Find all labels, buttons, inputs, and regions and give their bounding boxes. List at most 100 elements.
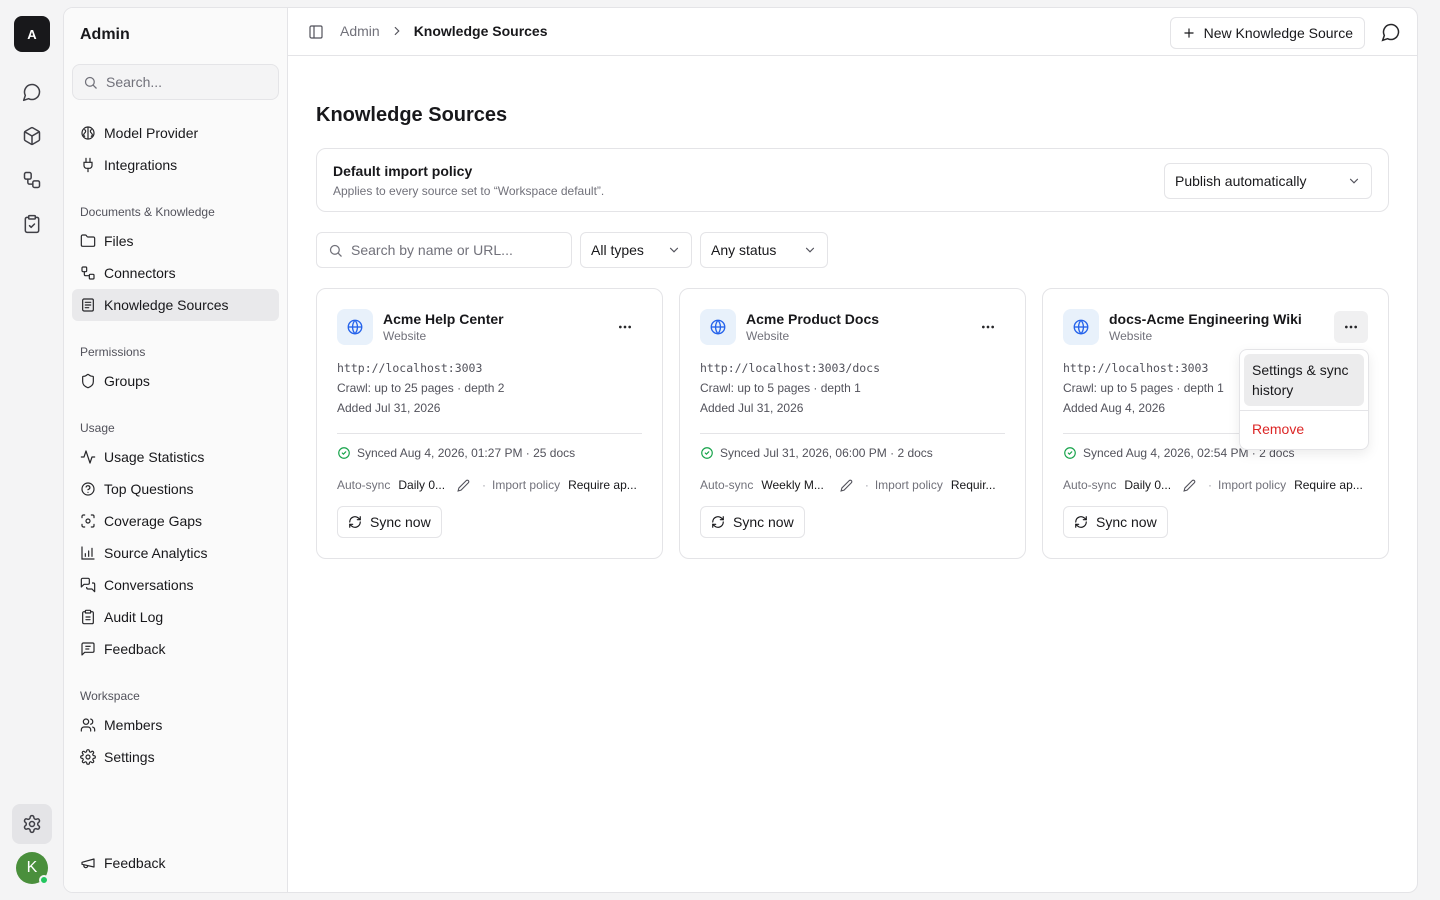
sidebar-item-knowledge-sources[interactable]: Knowledge Sources [72,289,279,321]
workflow-icon [23,171,41,189]
menu-item-remove[interactable]: Remove [1252,421,1304,437]
sidebar-item-audit-log[interactable]: Audit Log [72,601,279,633]
clipboard-icon [80,609,96,625]
import-policy-label: Import policy [1218,478,1287,492]
auto-sync-label: Auto-sync [1063,478,1117,492]
source-name[interactable]: Acme Help Center [383,311,504,327]
sidebar-item-integrations[interactable]: Integrations [72,149,279,181]
more-options-button[interactable] [608,311,642,343]
sidebar-search[interactable] [72,64,279,100]
sidebar-item-feedback[interactable]: Feedback [72,633,279,665]
sidebar-item-coverage-gaps[interactable]: Coverage Gaps [72,505,279,537]
sidebar-item-usage-statistics[interactable]: Usage Statistics [72,441,279,473]
source-card: Acme Product Docs Website http://localho… [679,288,1026,559]
sidebar-item-settings[interactable]: Settings [72,741,279,773]
check-circle-icon [1064,447,1076,459]
edit-schedule-icon[interactable] [840,479,853,492]
source-name[interactable]: Acme Product Docs [746,311,879,327]
plus-icon [1183,28,1194,38]
added-date: Added Aug 4, 2026 [1063,401,1166,415]
meta-separator: · [864,478,869,492]
chevron-down-icon [805,247,815,253]
refresh-icon [1075,516,1087,528]
brain-icon [80,125,96,141]
breadcrumb: Admin Knowledge Sources [340,23,548,39]
menu-item-settings-sync-history[interactable]: Settings & sync history [1244,354,1364,406]
connector-icon [80,265,96,281]
workspace-logo[interactable]: A [14,16,50,52]
sidebar-item-label: Files [104,233,134,249]
source-search-input[interactable] [351,242,551,258]
edit-schedule-icon[interactable] [1183,479,1196,492]
sidebar-item-label: Knowledge Sources [104,297,229,313]
sidebar-search-input[interactable] [106,74,266,90]
sync-now-label: Sync now [1096,514,1157,530]
user-avatar[interactable]: K [16,852,49,885]
book-icon [80,297,96,313]
users-icon [80,717,96,733]
admin-sidebar: Admin Model Provider Integrations Docume… [64,8,288,892]
sidebar-item-label: Conversations [104,577,194,593]
sync-now-button[interactable]: Sync now [700,506,805,538]
auto-sync-value: Weekly M... [761,478,824,492]
tasks-rail-button[interactable] [12,204,52,244]
chat-search-icon[interactable] [1381,22,1401,42]
sidebar-item-files[interactable]: Files [72,225,279,257]
breadcrumb-admin-link[interactable]: Admin [340,23,380,39]
status-filter-select[interactable]: Any status [700,232,828,268]
auto-sync-label: Auto-sync [337,478,391,492]
sync-status: Synced Aug 4, 2026, 01:27 PM · 25 docs [337,446,575,460]
sidebar-item-source-analytics[interactable]: Source Analytics [72,537,279,569]
sidebar-item-model-provider[interactable]: Model Provider [72,117,279,149]
workflow-rail-button[interactable] [12,160,52,200]
cube-icon [23,126,41,146]
admin-settings-rail-button[interactable] [12,804,52,844]
chat-rail-button[interactable] [12,72,52,112]
sidebar-item-label: Settings [104,749,155,765]
bar-chart-icon [80,545,96,561]
activity-icon [80,449,96,465]
sidebar-section-permissions: Permissions [80,345,146,359]
sync-status-text: Synced Aug 4, 2026, 01:27 PM · 25 docs [357,446,576,460]
source-name[interactable]: docs-Acme Engineering Wiki [1109,311,1302,327]
more-horizontal-icon [982,325,994,329]
policy-description: Applies to every source set to “Workspac… [333,184,605,198]
sidebar-item-groups[interactable]: Groups [72,365,279,397]
sidebar-item-label: Connectors [104,265,176,281]
new-knowledge-source-button[interactable]: New Knowledge Source [1169,17,1365,49]
app-rail: A K [0,0,64,900]
type-filter-select[interactable]: All types [580,232,692,268]
more-options-button[interactable] [971,311,1005,343]
import-policy-value[interactable]: Require ap... [1294,478,1363,492]
sync-status: Synced Jul 31, 2026, 06:00 PM · 2 docs [700,446,933,460]
import-policy-value[interactable]: Require ap... [568,478,637,492]
sidebar-item-top-questions[interactable]: Top Questions [72,473,279,505]
import-policy-value[interactable]: Requir... [951,478,996,492]
source-card: Acme Help Center Website http://localhos… [316,288,663,559]
sync-now-label: Sync now [733,514,794,530]
globe-icon [1063,309,1099,345]
import-policy-label: Import policy [492,478,561,492]
more-options-button[interactable] [1334,311,1368,343]
meta-separator: · [1208,478,1213,492]
card-divider [337,433,642,434]
shield-icon [80,373,96,389]
folder-icon [80,233,96,249]
sidebar-item-connectors[interactable]: Connectors [72,257,279,289]
sidebar-item-members[interactable]: Members [72,709,279,741]
auto-sync-label: Auto-sync [700,478,754,492]
help-circle-icon [80,481,96,497]
sync-now-button[interactable]: Sync now [1063,506,1168,538]
sidebar-item-conversations[interactable]: Conversations [72,569,279,601]
import-policy-select[interactable]: Publish automatically [1164,163,1372,199]
page-title: Knowledge Sources [316,104,508,126]
sidebar-toggle-icon[interactable] [308,24,324,40]
edit-schedule-icon[interactable] [457,479,470,492]
models-rail-button[interactable] [12,116,52,156]
refresh-icon [712,516,724,528]
sidebar-item-label: Model Provider [104,125,199,141]
source-search[interactable] [316,232,572,268]
sidebar-footer-feedback[interactable]: Feedback [72,847,279,879]
source-type: Website [383,329,427,343]
sync-now-button[interactable]: Sync now [337,506,442,538]
